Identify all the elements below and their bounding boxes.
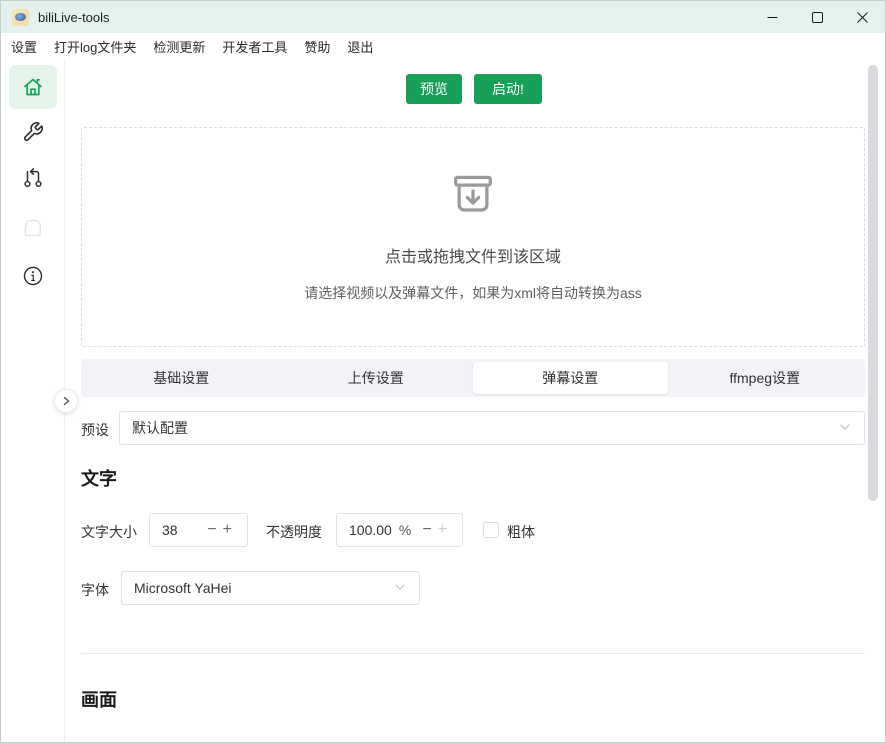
opacity-label: 不透明度 <box>266 522 322 542</box>
opacity-suffix: % <box>399 522 411 538</box>
file-dropzone[interactable]: 点击或拖拽文件到该区域 请选择视频以及弹幕文件，如果为xml将自动转换为ass <box>81 127 865 347</box>
preview-button[interactable]: 预览 <box>406 74 462 104</box>
archive-upload-icon <box>82 168 864 225</box>
settings-tabs: 基础设置 上传设置 弹幕设置 ffmpeg设置 <box>81 359 865 397</box>
dropzone-title: 点击或拖拽文件到该区域 <box>82 243 864 267</box>
section-divider <box>81 653 865 654</box>
clip-icon <box>21 215 45 241</box>
font-size-value: 38 <box>162 522 204 538</box>
tab-basic-settings[interactable]: 基础设置 <box>84 362 279 394</box>
chevron-down-icon <box>393 580 407 597</box>
tab-danmaku-settings[interactable]: 弹幕设置 <box>473 362 668 394</box>
menu-item-settings[interactable]: 设置 <box>11 37 37 56</box>
maximize-button[interactable] <box>795 1 840 33</box>
window-title: biliLive-tools <box>38 10 110 25</box>
sidebar-collapse-button[interactable] <box>54 389 78 413</box>
opacity-increment-button[interactable]: + <box>435 522 450 538</box>
preset-label: 预设 <box>81 420 109 440</box>
preset-select[interactable]: 默认配置 <box>119 411 865 445</box>
minimize-icon <box>767 12 778 23</box>
titlebar: biliLive-tools <box>1 1 885 33</box>
font-size-decrement-button[interactable]: − <box>204 522 219 538</box>
sidebar-item-sync[interactable] <box>21 166 45 190</box>
menu-item-open-log-folder[interactable]: 打开log文件夹 <box>54 37 136 56</box>
info-icon <box>22 265 44 287</box>
opacity-value: 100.00 <box>349 522 399 538</box>
bold-checkbox[interactable] <box>483 522 499 538</box>
font-family-select[interactable]: Microsoft YaHei <box>121 571 420 605</box>
chevron-down-icon <box>838 420 852 437</box>
git-pull-request-icon <box>22 167 44 189</box>
font-size-increment-button[interactable]: + <box>220 522 235 538</box>
menu-item-exit[interactable]: 退出 <box>347 37 373 56</box>
chevron-right-icon <box>60 395 72 407</box>
opacity-input[interactable]: 100.00 % − + <box>336 513 463 547</box>
app-logo-icon <box>12 9 29 26</box>
menu-item-devtools[interactable]: 开发者工具 <box>222 37 287 56</box>
menu-item-sponsor[interactable]: 赞助 <box>304 37 330 56</box>
font-size-label: 文字大小 <box>81 522 137 542</box>
section-heading-text: 文字 <box>81 465 117 491</box>
app-window: biliLive-tools 设置 打开log文件夹 检测更新 开发者工具 赞助… <box>0 0 886 743</box>
home-icon <box>21 75 45 99</box>
start-button[interactable]: 启动! <box>474 74 542 104</box>
sidebar-item-tools[interactable] <box>21 120 45 144</box>
opacity-decrement-button[interactable]: − <box>419 522 434 538</box>
font-size-input[interactable]: 38 − + <box>149 513 248 547</box>
menubar: 设置 打开log文件夹 检测更新 开发者工具 赞助 退出 <box>1 33 885 59</box>
sidebar-item-about[interactable] <box>21 264 45 288</box>
wrench-icon <box>22 121 44 143</box>
tab-upload-settings[interactable]: 上传设置 <box>279 362 474 394</box>
preset-select-value: 默认配置 <box>132 418 188 438</box>
font-family-label: 字体 <box>81 580 109 600</box>
close-icon <box>857 12 868 23</box>
maximize-icon <box>812 12 823 23</box>
minimize-button[interactable] <box>750 1 795 33</box>
tab-ffmpeg-settings[interactable]: ffmpeg设置 <box>668 362 863 394</box>
section-heading-screen: 画面 <box>81 686 117 712</box>
sidebar-item-home[interactable] <box>9 65 57 109</box>
menu-item-check-update[interactable]: 检测更新 <box>153 37 205 56</box>
bold-label: 粗体 <box>507 522 535 542</box>
close-button[interactable] <box>840 1 885 33</box>
sidebar-item-clip[interactable] <box>21 216 45 240</box>
font-family-value: Microsoft YaHei <box>134 580 232 596</box>
dropzone-hint: 请选择视频以及弹幕文件，如果为xml将自动转换为ass <box>82 283 864 303</box>
vertical-scrollbar[interactable] <box>868 65 878 501</box>
window-controls <box>750 1 885 33</box>
